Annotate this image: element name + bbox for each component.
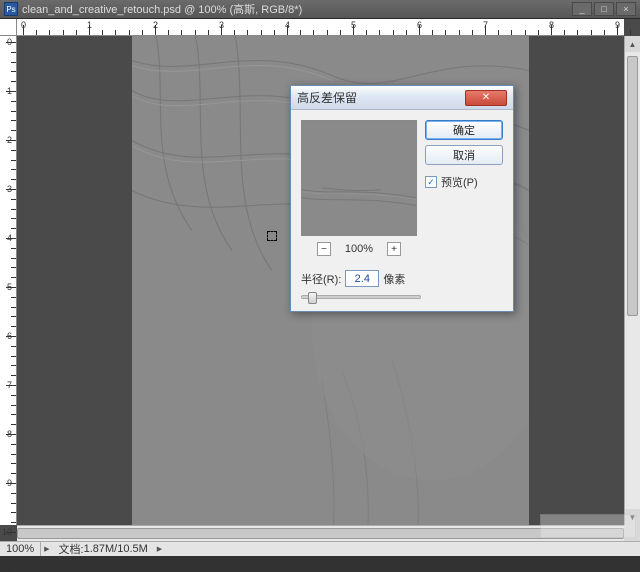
radius-unit: 像素	[383, 271, 405, 287]
selection-marquee[interactable]	[267, 231, 277, 241]
status-menu2-icon[interactable]: ▶	[154, 545, 165, 553]
horizontal-scroll-thumb[interactable]	[17, 528, 624, 539]
cancel-button[interactable]: 取消	[425, 145, 503, 165]
preview-checkbox-row[interactable]: ✓ 预览(P)	[425, 174, 503, 190]
dialog-body: − 100% + 确定 取消 ✓ 预览(P)	[291, 110, 513, 266]
file-icon: Ps	[4, 2, 18, 16]
status-zoom[interactable]: 100%	[0, 542, 41, 556]
vertical-ruler[interactable]: 012345678910	[0, 36, 17, 525]
radius-slider-row	[291, 295, 513, 311]
zoom-out-button[interactable]: −	[317, 242, 331, 256]
preview-checkbox[interactable]: ✓	[425, 176, 437, 188]
file-name: clean_and_creative_retouch.psd	[22, 4, 181, 16]
color-mode: (高斯, RGB/8*)	[230, 4, 303, 16]
zoom-in-button[interactable]: +	[387, 242, 401, 256]
minimize-button[interactable]: _	[572, 2, 592, 16]
status-docsize[interactable]: 文档: 1.87M/10.5M	[53, 542, 154, 556]
dialog-titlebar[interactable]: 高反差保留 ✕	[291, 86, 513, 110]
docsize-value: 1.87M/10.5M	[84, 543, 148, 555]
status-menu-icon[interactable]: ▶	[41, 545, 52, 553]
radius-slider-knob[interactable]	[308, 292, 317, 304]
dialog-buttons-column: 确定 取消 ✓ 预览(P)	[425, 120, 503, 256]
ok-button[interactable]: 确定	[425, 120, 503, 140]
preview-checkbox-label: 预览(P)	[441, 174, 478, 190]
scroll-up-button[interactable]: ▲	[625, 36, 640, 52]
docsize-label: 文档:	[59, 541, 84, 557]
dialog-close-button[interactable]: ✕	[465, 90, 507, 106]
high-pass-dialog: 高反差保留 ✕ − 100%	[290, 85, 514, 312]
document-title: clean_and_creative_retouch.psd @ 100% (高…	[22, 1, 572, 17]
close-button[interactable]: ×	[616, 2, 636, 16]
status-bar: 100% ▶ 文档: 1.87M/10.5M ▶	[0, 541, 640, 556]
watermark	[540, 514, 636, 538]
preview-column: − 100% +	[301, 120, 417, 256]
horizontal-scroll-track[interactable]	[17, 526, 624, 541]
radius-row: 半径(R): 像素	[291, 266, 513, 295]
ruler-origin[interactable]	[0, 19, 17, 36]
horizontal-scrollbar[interactable]	[17, 525, 624, 541]
document-titlebar: Ps clean_and_creative_retouch.psd @ 100%…	[0, 0, 640, 19]
radius-slider[interactable]	[301, 295, 421, 299]
maximize-button[interactable]: □	[594, 2, 614, 16]
zoom-indicator: @ 100%	[184, 4, 226, 16]
preview-zoom-controls: − 100% +	[317, 242, 401, 256]
preview-zoom-value: 100%	[345, 243, 373, 255]
filter-preview[interactable]	[301, 120, 417, 236]
horizontal-ruler[interactable]: 0123456789	[17, 19, 624, 36]
window-controls: _ □ ×	[572, 2, 636, 16]
radius-input[interactable]	[345, 270, 379, 287]
vertical-scrollbar[interactable]: ▲ ▼	[624, 36, 640, 525]
radius-label: 半径(R):	[301, 271, 341, 287]
dialog-title: 高反差保留	[297, 89, 465, 106]
vertical-scroll-thumb[interactable]	[627, 56, 638, 316]
